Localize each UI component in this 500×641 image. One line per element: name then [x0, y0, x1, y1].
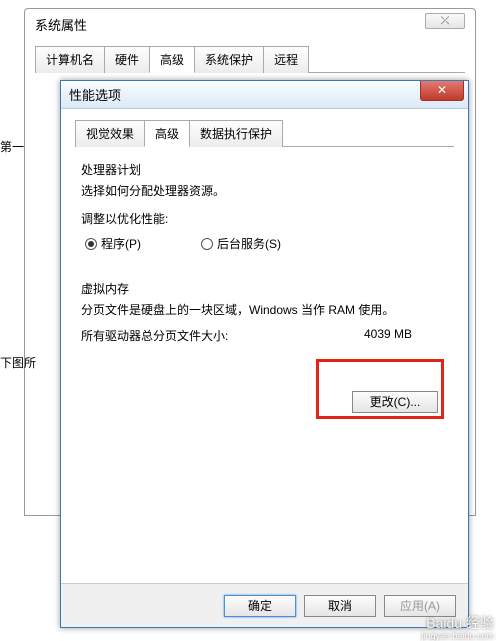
tab-advanced[interactable]: 高级	[149, 46, 195, 73]
virtual-memory-section: 虚拟内存 分页文件是硬盘上的一块区域，Windows 当作 RAM 使用。 所有…	[81, 280, 448, 344]
vm-total-row: 所有驱动器总分页文件大小: 4039 MB	[81, 327, 448, 344]
processor-heading: 处理器计划	[81, 161, 448, 178]
system-properties-tabs: 计算机名 硬件 高级 系统保护 远程	[35, 45, 465, 73]
watermark-sub: jingyan.baidu.com	[421, 631, 494, 641]
change-button[interactable]: 更改(C)...	[352, 391, 438, 413]
performance-options-title: 性能选项	[69, 85, 121, 104]
performance-options-dialog: 性能选项 ✕ 视觉效果 高级 数据执行保护 处理器计划 选择如何分配处理器资源。…	[60, 80, 469, 628]
watermark-text: Baidu 经验	[426, 615, 494, 631]
radio-background-services[interactable]: 后台服务(S)	[201, 235, 281, 252]
tab-system-protection[interactable]: 系统保护	[194, 46, 264, 73]
adjust-label: 调整以优化性能:	[81, 210, 448, 227]
close-icon: ✕	[437, 83, 447, 97]
watermark: Baidu 经验	[426, 613, 494, 633]
vm-total-label: 所有驱动器总分页文件大小:	[81, 327, 228, 344]
system-properties-title: 系统属性	[25, 9, 475, 37]
side-label-2: 下图所	[0, 354, 36, 371]
vm-desc: 分页文件是硬盘上的一块区域，Windows 当作 RAM 使用。	[81, 301, 448, 319]
processor-desc: 选择如何分配处理器资源。	[81, 182, 448, 200]
system-properties-close-button[interactable]: ⤫	[425, 13, 465, 29]
cancel-button[interactable]: 取消	[304, 595, 376, 617]
radio-programs[interactable]: 程序(P)	[85, 235, 141, 252]
radio-services-label: 后台服务(S)	[217, 235, 281, 252]
close-button[interactable]: ✕	[420, 81, 464, 101]
vm-heading: 虚拟内存	[81, 280, 448, 297]
performance-options-titlebar: 性能选项 ✕	[61, 81, 468, 109]
dialog-body: 视觉效果 高级 数据执行保护 处理器计划 选择如何分配处理器资源。 调整以优化性…	[61, 109, 468, 583]
performance-tabs: 视觉效果 高级 数据执行保护	[75, 119, 454, 147]
radio-icon	[201, 238, 213, 250]
radio-icon	[85, 238, 97, 250]
dialog-footer: 确定 取消 应用(A)	[61, 583, 468, 627]
ok-button[interactable]: 确定	[224, 595, 296, 617]
radio-row: 程序(P) 后台服务(S)	[85, 235, 444, 252]
tab-remote[interactable]: 远程	[263, 46, 309, 73]
tab-computer-name[interactable]: 计算机名	[35, 46, 105, 73]
side-label-1: 第一	[0, 138, 24, 155]
tab-dep[interactable]: 数据执行保护	[189, 120, 283, 147]
tab-visual-effects[interactable]: 视觉效果	[75, 120, 145, 147]
tab-hardware[interactable]: 硬件	[104, 46, 150, 73]
tab-advanced-perf[interactable]: 高级	[144, 120, 190, 147]
vm-total-value: 4039 MB	[364, 327, 412, 344]
radio-programs-label: 程序(P)	[101, 235, 141, 252]
processor-scheduling-section: 处理器计划 选择如何分配处理器资源。 调整以优化性能: 程序(P) 后台服务(S…	[81, 161, 448, 252]
